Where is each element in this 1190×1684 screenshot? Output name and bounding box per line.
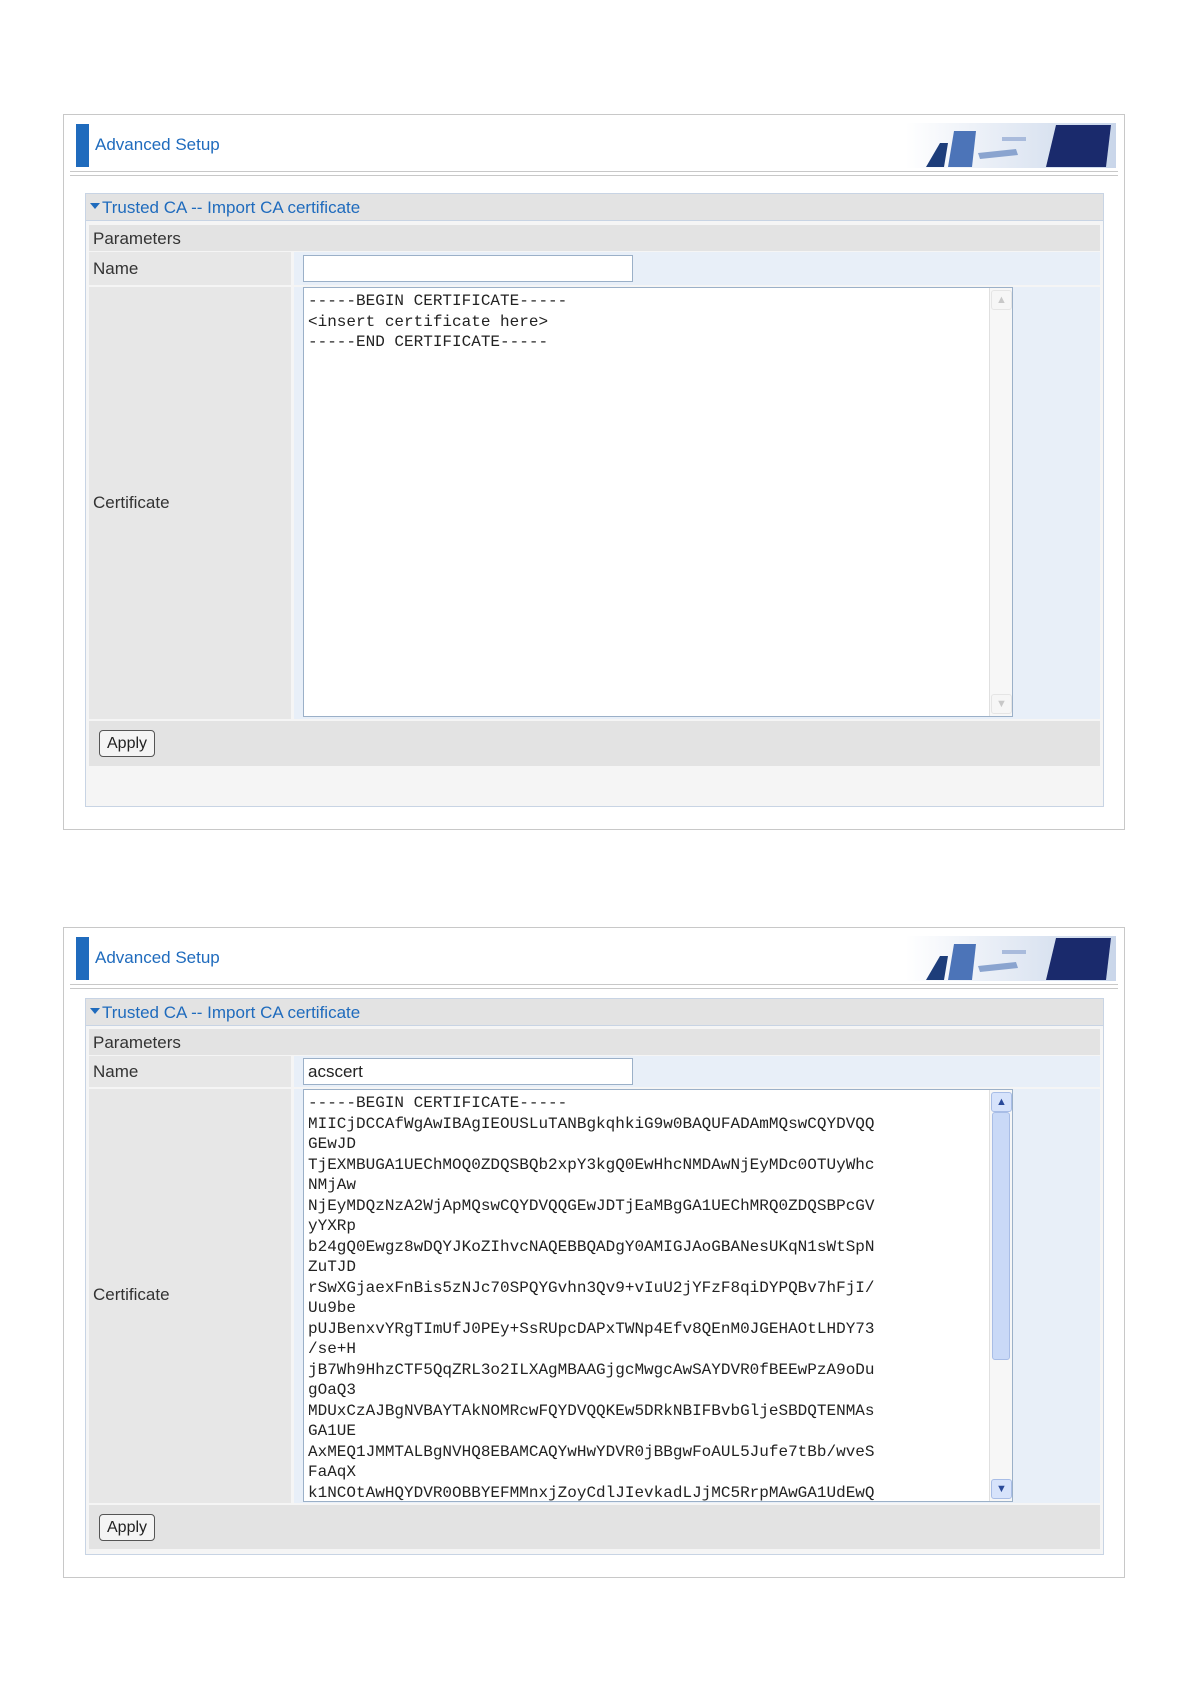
parameters-label: Parameters (93, 1033, 181, 1052)
certificate-text[interactable]: -----BEGIN CERTIFICATE----- MIICjDCCAfWg… (308, 1093, 986, 1501)
header-accent-bar (76, 937, 89, 980)
certificate-row: Certificate -----BEGIN CERTIFICATE----- … (89, 287, 1100, 719)
section-header[interactable]: Trusted CA -- Import CA certificate (86, 999, 1103, 1026)
scroll-up-arrow-icon[interactable]: ▲ (991, 290, 1012, 310)
collapse-triangle-icon[interactable] (90, 203, 100, 209)
scroll-up-arrow-icon[interactable]: ▲ (991, 1092, 1012, 1112)
advanced-setup-panel-empty: Advanced Setup Trusted CA -- Import CA c… (63, 114, 1125, 830)
header-divider (70, 984, 1118, 985)
certificate-value-cell: -----BEGIN CERTIFICATE----- <insert cert… (294, 287, 1100, 719)
scroll-down-arrow-icon[interactable]: ▼ (991, 694, 1012, 714)
section-title: Trusted CA -- Import CA certificate (102, 198, 361, 217)
apply-button[interactable]: Apply (99, 1514, 156, 1541)
panel-header: Advanced Setup (64, 928, 1124, 989)
certificate-label: Certificate (93, 1285, 170, 1304)
name-label-cell: Name (89, 252, 291, 285)
name-input[interactable] (303, 255, 633, 282)
name-label: Name (93, 1062, 139, 1081)
apply-bar: Apply (89, 1505, 1100, 1549)
section-header[interactable]: Trusted CA -- Import CA certificate (86, 194, 1103, 221)
parameters-header: Parameters (89, 1029, 1100, 1055)
apply-button[interactable]: Apply (99, 730, 156, 757)
certificate-row: Certificate -----BEGIN CERTIFICATE----- … (89, 1089, 1100, 1503)
parameters-header: Parameters (89, 225, 1100, 251)
header-office-illustration-icon (906, 936, 1116, 981)
certificate-scrollbar[interactable]: ▲ ▼ (989, 1090, 1012, 1501)
header-divider (70, 175, 1118, 176)
apply-bar: Apply (89, 721, 1100, 766)
certificate-label: Certificate (93, 493, 170, 512)
header-divider (70, 171, 1118, 172)
certificate-label-cell: Certificate (89, 287, 291, 719)
trusted-ca-section: Trusted CA -- Import CA certificate Para… (85, 998, 1104, 1555)
name-input[interactable] (303, 1058, 633, 1085)
panel-header: Advanced Setup (64, 115, 1124, 176)
certificate-value-cell: -----BEGIN CERTIFICATE----- MIICjDCCAfWg… (294, 1089, 1100, 1503)
collapse-triangle-icon[interactable] (90, 1008, 100, 1014)
certificate-text[interactable]: -----BEGIN CERTIFICATE----- <insert cert… (308, 291, 986, 353)
certificate-textarea[interactable]: -----BEGIN CERTIFICATE----- MIICjDCCAfWg… (303, 1089, 1013, 1502)
header-title: Advanced Setup (95, 135, 220, 154)
name-value-cell (294, 1056, 1100, 1087)
scrollbar-thumb[interactable] (992, 1112, 1010, 1360)
name-row: Name (89, 252, 1100, 285)
header-accent-bar (76, 124, 89, 167)
name-label-cell: Name (89, 1056, 291, 1087)
trusted-ca-section: Trusted CA -- Import CA certificate Para… (85, 193, 1104, 807)
scroll-down-arrow-icon[interactable]: ▼ (991, 1479, 1012, 1499)
certificate-textarea[interactable]: -----BEGIN CERTIFICATE----- <insert cert… (303, 287, 1013, 717)
certificate-scrollbar[interactable]: ▲ ▼ (989, 288, 1012, 716)
header-office-illustration-icon (906, 123, 1116, 168)
name-value-cell (294, 252, 1100, 285)
name-row: Name (89, 1056, 1100, 1087)
parameters-label: Parameters (93, 229, 181, 248)
section-title: Trusted CA -- Import CA certificate (102, 1003, 361, 1022)
certificate-label-cell: Certificate (89, 1089, 291, 1503)
header-divider (70, 988, 1118, 989)
name-label: Name (93, 259, 139, 278)
advanced-setup-panel-filled: Advanced Setup Trusted CA -- Import CA c… (63, 927, 1125, 1578)
header-title: Advanced Setup (95, 948, 220, 967)
